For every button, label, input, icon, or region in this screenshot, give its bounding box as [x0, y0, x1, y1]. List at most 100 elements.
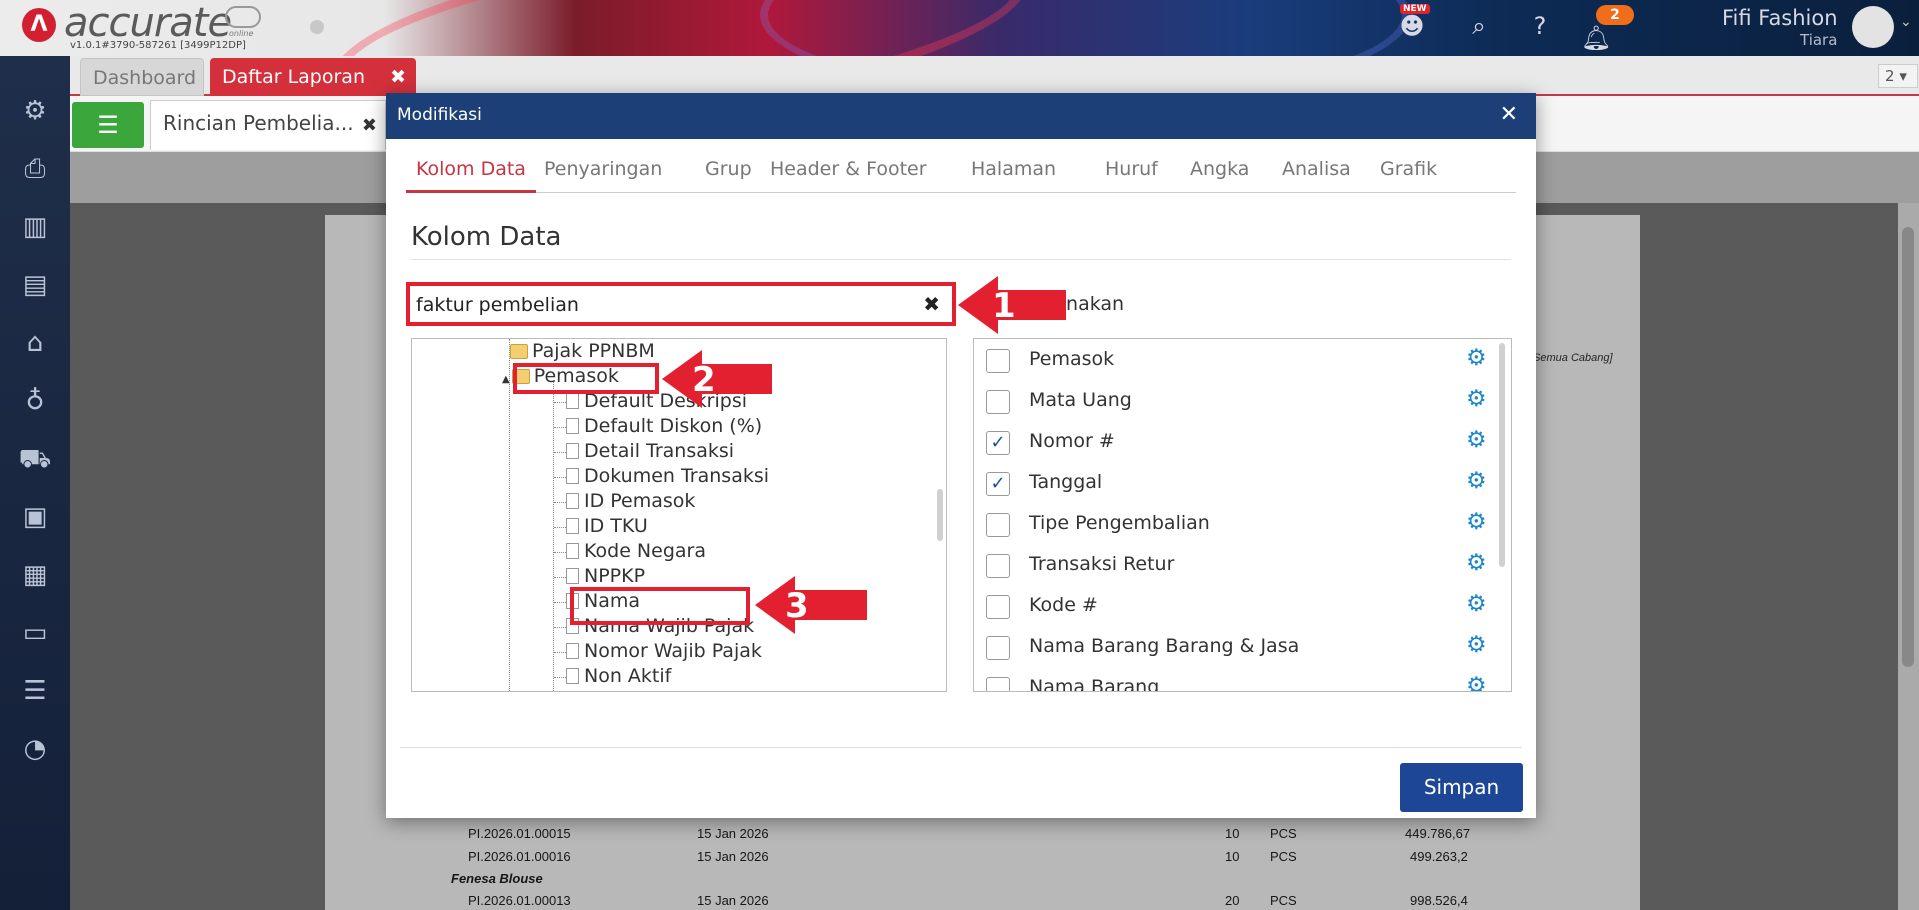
tree-item[interactable]: Detail Transaksi: [566, 439, 734, 464]
printer-icon[interactable]: ⎙: [18, 152, 52, 186]
file-icon: [566, 468, 579, 484]
collapse-icon[interactable]: ▲: [502, 374, 510, 385]
mascot-icon[interactable]: ☻: [1396, 10, 1428, 42]
column-label: Tipe Pengembalian: [1029, 512, 1210, 534]
money-bag-icon[interactable]: ♁: [18, 384, 52, 418]
gear-icon[interactable]: ⚙: [1466, 427, 1487, 453]
tab-grafik[interactable]: Grafik: [1380, 155, 1437, 193]
accurate-logo-icon[interactable]: Λ: [22, 8, 56, 42]
tree-label: NPPKP: [584, 565, 646, 587]
column-checkbox[interactable]: ✓: [986, 472, 1010, 496]
tree-item[interactable]: Dokumen Transaksi: [566, 464, 769, 489]
column-checkbox[interactable]: [986, 390, 1010, 414]
tab-kolom-data[interactable]: Kolom Data: [406, 155, 536, 193]
tree-label: Pajak PPNBM: [532, 340, 655, 362]
column-label: Nama Barang Barang & Jasa: [1029, 635, 1300, 657]
close-icon[interactable]: ✕: [1500, 102, 1518, 127]
close-icon[interactable]: ✖: [362, 115, 377, 136]
tax-icon[interactable]: ☰: [18, 674, 52, 708]
cart-icon[interactable]: ⛟: [18, 442, 52, 476]
column-list-scrollbar[interactable]: [1499, 343, 1505, 567]
column-row[interactable]: Transaksi Retur ⚙: [974, 544, 1494, 585]
column-label: Pemasok: [1029, 348, 1115, 370]
gear-icon[interactable]: ⚙: [1466, 468, 1487, 494]
divider: [400, 747, 1522, 748]
list-button[interactable]: ☰: [72, 102, 144, 148]
page-select[interactable]: 2 ▾: [1878, 64, 1918, 88]
report-icon[interactable]: ◔: [18, 732, 52, 766]
tree-label: Detail Transaksi: [584, 440, 735, 462]
dialog-header: Modifikasi ✕: [386, 93, 1536, 139]
column-row[interactable]: Kode # ⚙: [974, 585, 1494, 626]
tab-halaman[interactable]: Halaman: [971, 155, 1056, 193]
cloud-icon: [225, 6, 261, 28]
highlight-pemasok: [513, 363, 659, 394]
tab-analisa[interactable]: Analisa: [1282, 155, 1351, 193]
tab-grup[interactable]: Grup: [705, 155, 752, 193]
gear-icon[interactable]: ⚙: [1466, 550, 1487, 576]
column-label: Transaksi Retur: [1029, 553, 1175, 575]
tree-item[interactable]: Non Aktif: [566, 664, 671, 689]
tab-angka[interactable]: Angka: [1190, 155, 1249, 193]
column-row[interactable]: ✓ Nomor # ⚙: [974, 421, 1494, 462]
column-list[interactable]: Pemasok ⚙ Mata Uang ⚙ ✓ Nomor # ⚙ ✓ Tanggal ⚙ …: [973, 338, 1512, 692]
tree-item[interactable]: Default Diskon (%): [566, 414, 762, 439]
tree-item[interactable]: ID Pemasok: [566, 489, 695, 514]
help-icon[interactable]: ?: [1524, 10, 1556, 42]
book-icon[interactable]: ▤: [18, 268, 52, 302]
column-checkbox[interactable]: [986, 595, 1010, 619]
gear-icon[interactable]: ⚙: [18, 94, 52, 128]
factory-icon[interactable]: ▦: [18, 558, 52, 592]
search-icon[interactable]: ⌕: [1463, 10, 1495, 42]
gear-icon[interactable]: ⚙: [1466, 591, 1487, 617]
tab-daftar-laporan[interactable]: Daftar Laporan ✖: [210, 58, 416, 96]
tree-item[interactable]: Nomor Wajib Pajak: [566, 639, 762, 664]
building-icon[interactable]: ▥: [18, 210, 52, 244]
column-checkbox[interactable]: [986, 677, 1010, 691]
bank-icon[interactable]: ⌂: [18, 326, 52, 360]
column-row[interactable]: Nama Barang Barang & Jasa ⚙: [974, 626, 1494, 667]
close-icon[interactable]: ✖: [390, 58, 406, 96]
tab-dashboard[interactable]: Dashboard: [80, 58, 204, 96]
annotation-arrow-1: 1: [958, 276, 1066, 334]
gear-icon[interactable]: ⚙: [1466, 673, 1487, 691]
save-button[interactable]: Simpan: [1400, 763, 1523, 812]
clear-icon[interactable]: ✖: [923, 292, 940, 316]
column-row[interactable]: ✓ Tanggal ⚙: [974, 462, 1494, 503]
bell-icon[interactable]: 🔔︎: [1580, 22, 1612, 54]
tree-item[interactable]: NPPKP: [566, 564, 645, 589]
tree-folder-pajak-ppnbm[interactable]: Pajak PPNBM: [510, 339, 655, 364]
tab-huruf[interactable]: Huruf: [1105, 155, 1158, 193]
sidebar: ⚙ ⎙ ▥ ▤ ⌂ ♁ ⛟ ▣ ▦ ▭ ☰ ◔: [0, 56, 70, 910]
user-name[interactable]: Fifi Fashion: [1722, 6, 1838, 30]
gear-icon[interactable]: ⚙: [1466, 386, 1487, 412]
column-checkbox[interactable]: [986, 636, 1010, 660]
conveyor-icon[interactable]: ▭: [18, 616, 52, 650]
file-icon: [566, 418, 579, 434]
tab-header-footer[interactable]: Header & Footer: [770, 155, 927, 193]
column-row[interactable]: Tipe Pengembalian ⚙: [974, 503, 1494, 544]
tree-item[interactable]: Kode Negara: [566, 539, 706, 564]
package-icon[interactable]: ▣: [18, 500, 52, 534]
report-subtab[interactable]: Rincian Pembelia... ✖: [150, 100, 386, 150]
column-checkbox[interactable]: [986, 349, 1010, 373]
divider: [411, 259, 1511, 260]
column-row[interactable]: Pemasok ⚙: [974, 339, 1494, 380]
gear-icon[interactable]: ⚙: [1466, 509, 1487, 535]
column-row[interactable]: Mata Uang ⚙: [974, 380, 1494, 421]
folder-icon: [510, 344, 528, 359]
column-checkbox[interactable]: [986, 554, 1010, 578]
gear-icon[interactable]: ⚙: [1466, 345, 1487, 371]
tab-penyaringan[interactable]: Penyaringan: [544, 155, 662, 193]
gear-icon[interactable]: ⚙: [1466, 632, 1487, 658]
tree-label: Kode Negara: [584, 540, 706, 562]
search-input[interactable]: [416, 292, 896, 318]
avatar[interactable]: [1852, 6, 1894, 48]
column-checkbox[interactable]: [986, 513, 1010, 537]
tree-item[interactable]: ID TKU: [566, 514, 648, 539]
column-checkbox[interactable]: ✓: [986, 431, 1010, 455]
tree-scrollbar[interactable]: [937, 489, 943, 541]
column-row[interactable]: Nama Barang ⚙: [974, 667, 1494, 691]
chevron-down-icon[interactable]: ⌄: [1900, 14, 1912, 30]
file-icon: [566, 543, 579, 559]
